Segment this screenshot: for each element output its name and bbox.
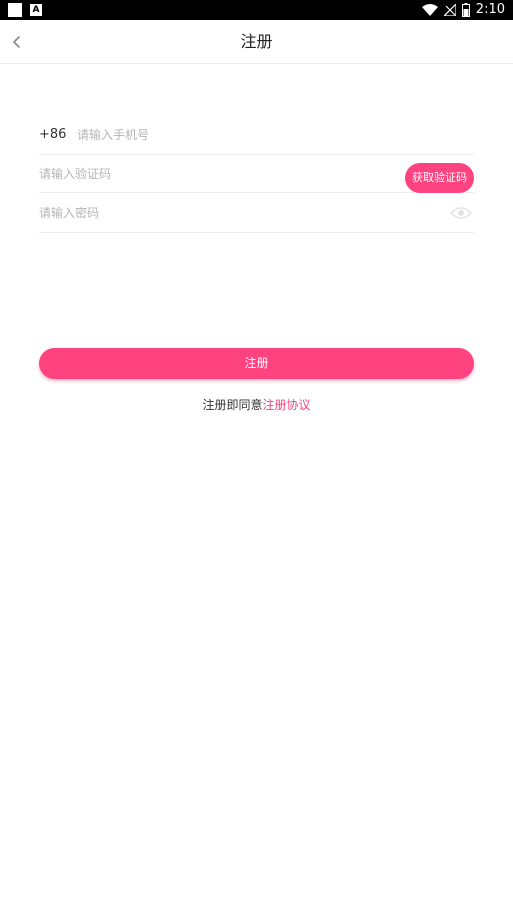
country-code: +86 (39, 127, 67, 142)
password-visibility-toggle[interactable] (449, 205, 473, 219)
signal-off-icon (443, 4, 456, 16)
phone-row: +86 (39, 116, 474, 155)
status-icons: 2:10 (421, 0, 505, 20)
page-title: 注册 (240, 32, 273, 51)
app-notification-icon: A (30, 4, 42, 16)
status-bar: A 2:10 (0, 0, 513, 20)
password-row (39, 193, 474, 233)
clock: 2:10 (475, 2, 505, 17)
password-input[interactable] (39, 193, 439, 232)
notification-square-icon (8, 3, 22, 17)
battery-icon (461, 3, 470, 17)
agreement-text: 注册即同意 (202, 398, 263, 412)
get-code-button[interactable]: 获取验证码 (405, 163, 474, 193)
eye-icon (449, 207, 473, 219)
agreement-link[interactable]: 注册协议 (263, 398, 311, 412)
register-button[interactable]: 注册 (39, 348, 474, 379)
app-notification-letter: A (32, 5, 40, 15)
code-row: 获取验证码 (39, 155, 474, 193)
verification-code-input[interactable] (39, 155, 399, 192)
wifi-icon (421, 4, 438, 16)
header: 注册 (0, 20, 513, 64)
agreement-line: 注册即同意注册协议 (0, 396, 513, 414)
phone-input[interactable] (77, 116, 457, 154)
